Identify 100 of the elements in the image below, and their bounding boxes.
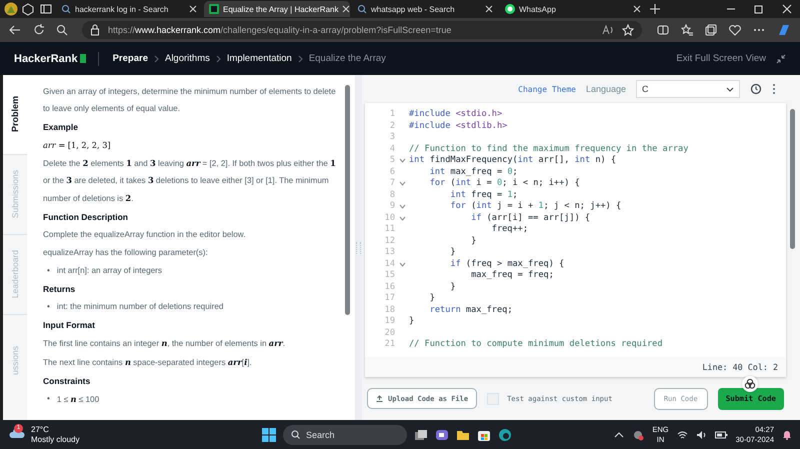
favorites-icon[interactable]	[680, 23, 694, 37]
code-line: #include <stdio.h>	[409, 109, 502, 120]
code-line: max_freq = freq;	[470, 270, 554, 282]
collections-icon[interactable]	[704, 23, 718, 37]
line-number: 17	[384, 293, 395, 304]
code-line: }	[428, 293, 435, 304]
line-number: 7	[388, 178, 395, 190]
close-icon[interactable]	[633, 5, 641, 13]
video-chat-icon[interactable]	[435, 428, 449, 442]
editor-status: Line: 40 Col: 2	[365, 357, 786, 377]
code-line: }	[449, 282, 456, 293]
chevron-up-icon[interactable]	[614, 430, 624, 438]
logo-icon	[209, 4, 219, 14]
problem-text: The next line contains n space-separated integers arr[i].	[43, 356, 253, 369]
bell-icon[interactable]	[782, 429, 792, 440]
chevron-right-icon	[216, 54, 221, 62]
close-icon[interactable]	[189, 5, 197, 13]
line-number: 6	[388, 166, 395, 178]
chat-bubble-icon	[505, 4, 515, 14]
breadcrumb-link[interactable]: Implementation	[226, 53, 292, 64]
profile-icon[interactable]	[4, 2, 18, 16]
fold-chevron-icon[interactable]	[398, 158, 406, 164]
weather-text: Mostly cloudy	[31, 434, 80, 444]
browser-tab[interactable]: WhatsApp	[500, 1, 646, 17]
chevron-right-icon	[154, 54, 159, 62]
line-number: 19	[384, 316, 395, 328]
problem-text: equalizeArray has the following parameter(s):	[43, 246, 209, 259]
fold-chevron-icon[interactable]	[398, 262, 406, 267]
battery-icon[interactable]	[714, 430, 728, 438]
star-icon[interactable]	[622, 24, 634, 36]
windows-start-icon[interactable]	[262, 428, 276, 442]
refresh-icon[interactable]	[32, 23, 46, 37]
address-bar[interactable]: https://www.hackerrank.com/challenges/equality-in-a-array/problem?isFullScreen=true	[82, 21, 642, 39]
heart-icon[interactable]	[728, 23, 742, 37]
back-icon[interactable]	[8, 23, 22, 37]
line-number: 5	[388, 155, 395, 166]
code-line: for (int i = 0; i < n; i++) {	[428, 178, 580, 190]
line-number: 13	[384, 247, 395, 258]
list-bullet: •	[47, 264, 50, 276]
code-line: int findMaxFrequency(int arr[], int n) {	[409, 155, 616, 166]
task-view-icon[interactable]	[414, 428, 428, 442]
meet-now-icon[interactable]	[632, 428, 644, 440]
browser-tab[interactable]: Equalize the Array | HackerRank	[204, 1, 350, 17]
change-theme-button[interactable]: Change Theme	[518, 84, 576, 94]
line-number: 3	[388, 132, 395, 144]
line-number: 4	[388, 144, 395, 155]
math-expression: arr = [1, 2, 2, 3]	[43, 138, 112, 152]
breadcrumb-link[interactable]: Prepare	[112, 53, 148, 64]
list-item: int arr[n]: an array of integers	[56, 264, 162, 277]
list-item: int: the minimum number of deletions required	[56, 300, 224, 313]
language-select[interactable]: C	[636, 80, 740, 98]
search-icon	[291, 430, 300, 439]
upload-icon	[376, 395, 383, 402]
section-heading: Example	[43, 120, 79, 134]
list-item: 1 ≤ n ≤ 100	[56, 392, 100, 406]
history-icon[interactable]	[750, 83, 762, 95]
chevron-right-icon	[298, 54, 303, 62]
split-screen-icon[interactable]	[656, 23, 670, 37]
browser-tab[interactable]: hackerrank log in - Search	[56, 1, 202, 17]
close-icon[interactable]	[342, 5, 350, 13]
tab-actions-icon[interactable]	[38, 2, 54, 16]
scrollbar-thumb[interactable]	[790, 109, 795, 249]
collapse-icon[interactable]	[776, 54, 786, 64]
code-line: }	[470, 236, 476, 247]
section-heading: Returns	[43, 282, 76, 296]
section-heading: Constraints	[43, 374, 92, 388]
scrollbar-thumb[interactable]	[345, 85, 350, 315]
line-number: 16	[384, 282, 395, 293]
search-icon[interactable]	[56, 24, 68, 36]
code-line: }	[409, 316, 414, 328]
volume-icon[interactable]	[696, 430, 707, 440]
breadcrumb-link[interactable]: Algorithms	[164, 53, 210, 64]
code-line: // Function to compute minimum deletions required	[409, 339, 663, 350]
temperature-text: 27°C	[31, 425, 50, 434]
taskbar-search[interactable]: Search	[283, 424, 407, 444]
side-tab[interactable]: Problem	[3, 75, 27, 155]
code-line: // Function to find the maximum frequency in the array	[409, 144, 688, 155]
line-number: 2	[388, 120, 395, 132]
problem-text: The first line contains an integer n, the number of elements in arr.	[43, 336, 286, 350]
line-number: 15	[384, 270, 395, 282]
language-label: Language	[586, 84, 626, 94]
section-heading: Input Format	[43, 318, 96, 332]
read-aloud-icon[interactable]	[602, 24, 614, 36]
exit-fullscreen-link[interactable]: Exit Full Screen View	[676, 53, 766, 64]
problem-text: Given an array of integers, determine the minimum number of elements to delete to leave only elements of equal value.	[43, 86, 337, 115]
more-vertical-icon[interactable]	[772, 83, 776, 95]
wifi-icon[interactable]	[676, 430, 688, 440]
close-icon[interactable]	[485, 5, 493, 13]
breadcrumb-link[interactable]: Equalize the Array	[308, 53, 386, 64]
new-tab-icon[interactable]	[648, 2, 662, 16]
line-number: 11	[384, 224, 395, 236]
browser-tab[interactable]: whatsapp web - Search	[352, 1, 498, 17]
code-line: int max_freq = 0;	[428, 166, 518, 178]
logo-mark-icon	[80, 54, 86, 63]
browser-icon[interactable]	[498, 428, 512, 442]
workspaces-icon[interactable]	[20, 2, 36, 16]
line-number: 21	[384, 339, 395, 350]
line-number: 9	[388, 201, 395, 212]
code-line: freq++;	[490, 224, 528, 236]
fold-chevron-icon[interactable]	[398, 181, 406, 186]
